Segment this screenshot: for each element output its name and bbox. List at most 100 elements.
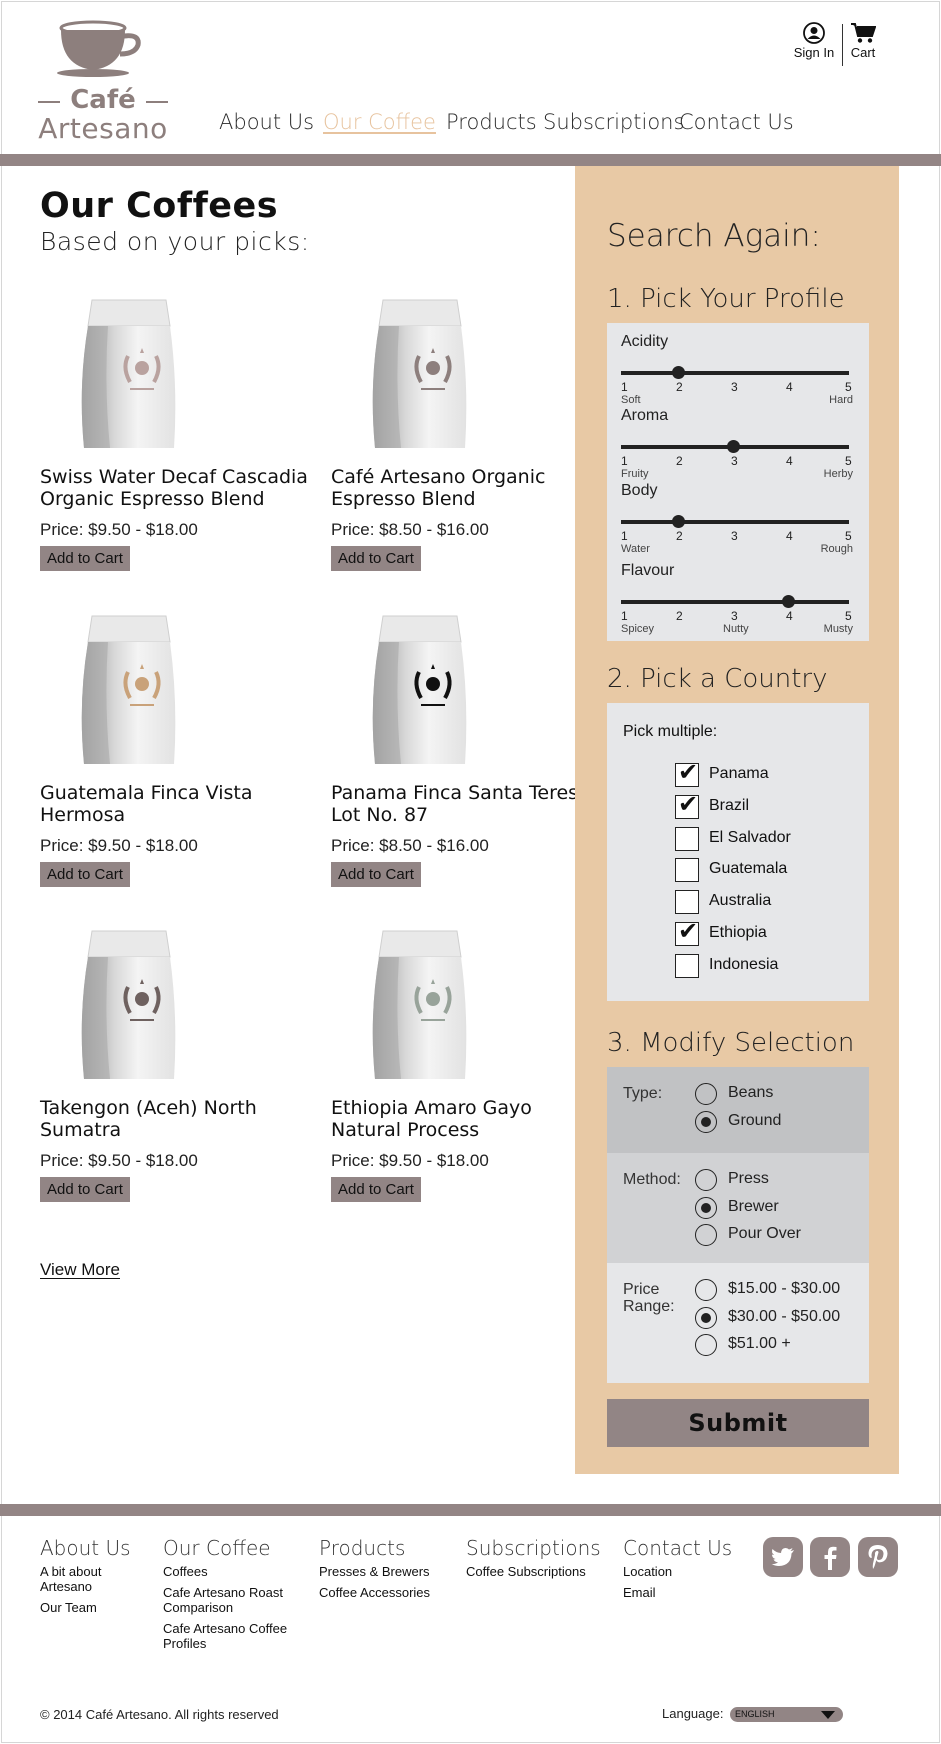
nav-products[interactable]: Products — [446, 110, 537, 134]
add-to-cart-button[interactable]: Add to Cart — [40, 546, 130, 571]
add-to-cart-button[interactable]: Add to Cart — [40, 862, 130, 887]
nav-about-us[interactable]: About Us — [219, 110, 314, 134]
footer-link[interactable]: Location — [623, 1564, 743, 1579]
product-name: Takengon (Aceh) North Sumatra — [40, 1097, 257, 1141]
modify-group: Method: Press Brewer Pour Over — [607, 1153, 869, 1263]
account-divider — [842, 24, 843, 66]
slider-tick-label: 4 — [786, 529, 793, 543]
country-label: Guatemala — [709, 860, 788, 878]
product-name: Café Artesano Organic Espresso Blend — [331, 466, 546, 510]
slider-track[interactable] — [621, 600, 849, 604]
checkbox[interactable]: ✔ — [675, 791, 699, 819]
footer-link[interactable]: Coffee Subscriptions — [466, 1564, 616, 1579]
radio-label: Brewer — [728, 1197, 779, 1215]
radio-selected-dot — [701, 1312, 711, 1323]
radio-label: $15.00 - $30.00 — [728, 1280, 841, 1297]
twitter-link[interactable] — [763, 1537, 803, 1577]
radio-button[interactable] — [695, 1169, 717, 1191]
slider-tick-label: 3 — [731, 529, 738, 543]
checkmark-icon: ✔ — [678, 759, 699, 786]
country-label: El Salvador — [709, 828, 791, 846]
submit-button[interactable]: Submit — [607, 1399, 869, 1447]
product-price: Price: $9.50 - $18.00 — [40, 836, 198, 855]
slider-label: Flavour — [621, 562, 675, 579]
slider-acidity[interactable]: Acidity 1 2 3 4 5 Soft Hard — [621, 333, 853, 406]
cart-link[interactable]: Cart — [846, 22, 880, 60]
checkbox[interactable]: ✔ — [675, 759, 699, 787]
brand-logo[interactable]: Café Artesano — [38, 20, 168, 145]
slider-flavour[interactable]: Flavour 1 2 3 4 5 Spicey Musty Nutty — [621, 562, 853, 635]
nav-our-coffee[interactable]: Our Coffee — [323, 110, 436, 134]
modify-group-label: Method: — [623, 1171, 681, 1188]
slider-handle[interactable] — [672, 515, 685, 528]
nav-contact-us[interactable]: Contact Us — [679, 110, 794, 134]
slider-handle[interactable] — [672, 366, 685, 379]
footer-heading[interactable]: Subscriptions — [466, 1536, 616, 1560]
footer-heading[interactable]: Our Coffee — [163, 1536, 313, 1560]
radio-button[interactable] — [695, 1224, 717, 1246]
brand-line1: Café — [70, 85, 136, 115]
radio-button[interactable] — [695, 1279, 717, 1301]
product-name: Panama Finca Santa Teresa Lot No. 87 — [331, 782, 590, 826]
coffee-bag-image[interactable] — [70, 296, 190, 450]
slider-track[interactable] — [621, 371, 849, 375]
footer-link[interactable]: Cafe Artesano Roast Comparison — [163, 1585, 313, 1615]
coffee-bag-image[interactable] — [361, 296, 481, 450]
product-card: Guatemala Finca Vista Hermosa Price: $9.5… — [40, 612, 320, 902]
slider-track[interactable] — [621, 520, 849, 524]
checkbox[interactable] — [675, 858, 699, 883]
checkbox[interactable] — [675, 826, 699, 851]
slider-min-label: Spicey — [621, 623, 655, 635]
sign-in-link[interactable]: Sign In — [790, 22, 838, 60]
nav-subscriptions[interactable]: Subscriptions — [543, 110, 684, 134]
footer-link[interactable]: Coffee Accessories — [319, 1585, 459, 1600]
slider-body[interactable]: Body 1 2 3 4 5 Water Rough — [621, 482, 853, 555]
slider-aroma[interactable]: Aroma 1 2 3 4 5 Fruity Herby — [621, 407, 853, 480]
coffee-bag-image[interactable] — [70, 612, 190, 766]
footer-link[interactable]: Cafe Artesano Coffee Profiles — [163, 1621, 313, 1651]
radio-button[interactable] — [695, 1110, 717, 1133]
cart-icon — [851, 23, 876, 43]
user-icon — [803, 22, 825, 44]
coffee-bag-image[interactable] — [361, 612, 481, 766]
radio-button[interactable] — [695, 1196, 717, 1219]
footer-link[interactable]: Our Team — [40, 1600, 140, 1615]
footer-heading[interactable]: Products — [319, 1536, 459, 1560]
footer-link[interactable]: A bit about Artesano — [40, 1564, 140, 1594]
radio-button[interactable] — [695, 1306, 717, 1329]
footer-link[interactable]: Coffees — [163, 1564, 313, 1579]
profile-panel: Acidity 1 2 3 4 5 Soft Hard Aroma 1 2 3 4 5 Fruity Herb… — [607, 323, 869, 641]
footer-link[interactable]: Email — [623, 1585, 743, 1600]
footer-column: Contact Us Location Email — [623, 1536, 743, 1606]
slider-tick-label: 3 — [731, 380, 738, 394]
add-to-cart-button[interactable]: Add to Cart — [40, 1177, 130, 1202]
slider-max-label: Hard — [829, 394, 853, 406]
add-to-cart-button[interactable]: Add to Cart — [331, 1177, 421, 1202]
coffee-bag-image[interactable] — [361, 927, 481, 1081]
copyright-text: © 2014 Café Artesano. All rights reserve… — [40, 1707, 279, 1722]
slider-handle[interactable] — [727, 440, 740, 453]
footer-heading[interactable]: Contact Us — [623, 1536, 743, 1560]
view-more-link[interactable]: View More — [40, 1260, 120, 1280]
slider-max-label: Herby — [823, 468, 853, 480]
language-select[interactable]: ENGLISH — [730, 1707, 843, 1722]
radio-button[interactable] — [695, 1083, 717, 1105]
pinterest-link[interactable] — [858, 1537, 898, 1577]
slider-tick-label: 5 — [845, 609, 852, 623]
facebook-link[interactable] — [810, 1537, 850, 1577]
chevron-down-icon — [821, 1711, 835, 1719]
radio-button[interactable] — [695, 1334, 717, 1356]
add-to-cart-button[interactable]: Add to Cart — [331, 862, 421, 887]
footer-link[interactable]: Presses & Brewers — [319, 1564, 459, 1579]
checkbox[interactable] — [675, 890, 699, 915]
coffee-bag-image[interactable] — [70, 927, 190, 1081]
slider-handle[interactable] — [782, 595, 795, 608]
footer-heading[interactable]: About Us — [40, 1536, 140, 1560]
country-label: Indonesia — [709, 955, 779, 973]
search-again-title: Search Again: — [607, 218, 821, 254]
checkbox[interactable]: ✔ — [675, 918, 699, 946]
add-to-cart-button[interactable]: Add to Cart — [331, 546, 421, 571]
cart-label: Cart — [850, 45, 876, 60]
checkbox[interactable] — [675, 953, 699, 978]
product-card: Café Artesano Organic Espresso Blend Pric… — [331, 296, 611, 586]
